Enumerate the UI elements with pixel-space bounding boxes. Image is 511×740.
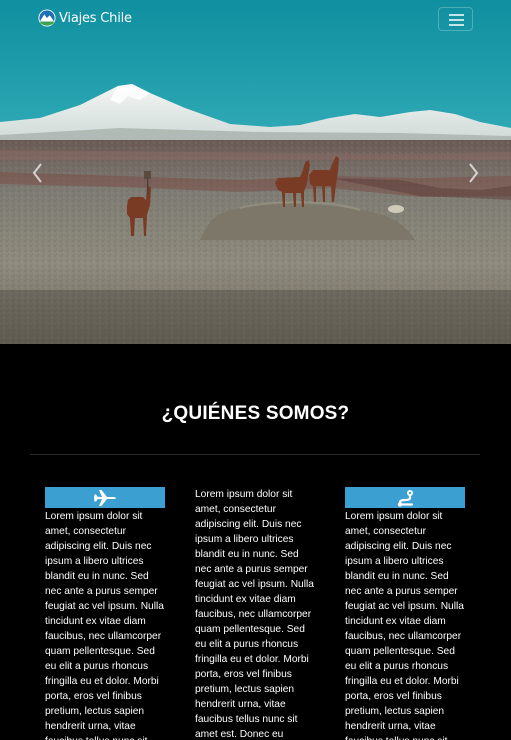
chevron-right-icon: [469, 163, 479, 183]
brand-name: Viajes Chile: [59, 10, 132, 26]
mountain-globe-logo-icon: [38, 9, 56, 27]
about-section: ¿QUIÉNES SOMOS? Lorem ipsum dolor sit am…: [0, 344, 511, 740]
hamburger-icon-line: [449, 19, 464, 21]
icon-bar: [45, 487, 165, 508]
navbar-toggler-button[interactable]: [438, 7, 473, 31]
hamburger-icon-line: [449, 24, 464, 26]
column-text: Lorem ipsum dolor sit amet, consectetur …: [195, 489, 314, 740]
divider: [30, 454, 480, 455]
about-column-3: Lorem ipsum dolor sit amet, consectetur …: [345, 487, 465, 740]
icon-bar: [345, 487, 465, 508]
route-icon: [397, 489, 414, 507]
about-column-1: Lorem ipsum dolor sit amet, consectetur …: [45, 487, 165, 740]
chevron-left-icon: [32, 163, 42, 183]
carousel-slide-image: [0, 0, 511, 344]
column-text: Lorem ipsum dolor sit amet, consectetur …: [45, 511, 164, 740]
brand-link[interactable]: Viajes Chile: [38, 9, 132, 27]
section-title: ¿QUIÉNES SOMOS?: [161, 403, 350, 424]
airplane-icon: [94, 489, 116, 506]
column-text: Lorem ipsum dolor sit amet, consectetur …: [345, 511, 464, 740]
hamburger-icon: [449, 14, 464, 16]
carousel-next-button[interactable]: [461, 160, 485, 186]
carousel-prev-button[interactable]: [26, 160, 50, 186]
about-column-2: Lorem ipsum dolor sit amet, consectetur …: [195, 487, 315, 740]
navbar: Viajes Chile: [0, 0, 511, 38]
hero-carousel: Viajes Chile: [0, 0, 511, 344]
